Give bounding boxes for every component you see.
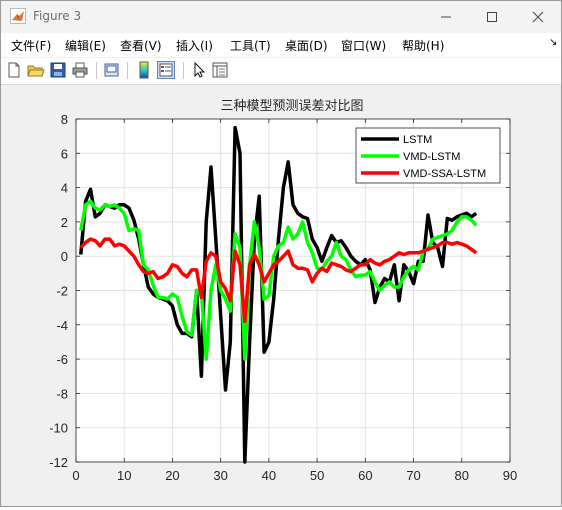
property-inspector-icon[interactable] bbox=[211, 61, 229, 79]
y-tick-label: -4 bbox=[56, 318, 68, 333]
print-preview-icon[interactable] bbox=[103, 61, 121, 79]
menu-dock-arrow-icon[interactable]: ↘ bbox=[549, 37, 557, 48]
x-tick-label: 70 bbox=[406, 468, 420, 483]
window-title: Figure 3 bbox=[33, 9, 82, 23]
toolbar-separator bbox=[96, 62, 97, 79]
x-tick-label: 60 bbox=[358, 468, 372, 483]
matlab-logo-icon bbox=[10, 8, 26, 24]
figure-canvas: 三种模型预测误差对比图 0 10 20 30 40 50 60 70 80 90 8 6 4 2 0 -2 -4… bbox=[1, 85, 561, 506]
save-icon[interactable] bbox=[49, 61, 67, 79]
x-tick-label: 80 bbox=[455, 468, 469, 483]
y-tick-label: 4 bbox=[61, 181, 68, 196]
close-button[interactable] bbox=[515, 1, 561, 33]
close-icon bbox=[532, 11, 544, 23]
maximize-icon bbox=[487, 12, 497, 22]
y-tick-label: -12 bbox=[49, 455, 68, 470]
y-tick-label: 2 bbox=[61, 215, 68, 230]
legend-label: LSTM bbox=[403, 134, 432, 146]
menu-tools[interactable]: 工具(T) bbox=[230, 37, 271, 54]
legend: LSTM VMD-LSTM VMD-SSA-LSTM bbox=[355, 127, 501, 184]
legend-label: VMD-LSTM bbox=[403, 151, 460, 163]
y-tick-label: 0 bbox=[61, 249, 68, 264]
y-tick-label: 6 bbox=[61, 146, 68, 161]
menu-help[interactable]: 帮助(H) bbox=[402, 37, 444, 54]
x-tick-label: 50 bbox=[310, 468, 324, 483]
menu-edit[interactable]: 编辑(E) bbox=[65, 37, 106, 54]
toolbar-separator bbox=[127, 62, 128, 79]
legend-label: VMD-SSA-LSTM bbox=[403, 168, 486, 180]
chart-title: 三种模型预测误差对比图 bbox=[220, 98, 363, 113]
menu-window[interactable]: 窗口(W) bbox=[341, 37, 386, 54]
x-tick-label: 20 bbox=[165, 468, 179, 483]
maximize-button[interactable] bbox=[469, 1, 515, 33]
x-tick-label: 30 bbox=[213, 468, 227, 483]
menu-view[interactable]: 查看(V) bbox=[120, 37, 162, 54]
menu-bar: 文件(F) 编辑(E) 查看(V) 插入(I) 工具(T) 桌面(D) 窗口(W… bbox=[1, 33, 561, 57]
title-bar: Figure 3 bbox=[1, 1, 561, 33]
y-tick-label: -10 bbox=[49, 421, 68, 436]
print-icon[interactable] bbox=[71, 61, 89, 79]
minimize-button[interactable] bbox=[423, 1, 469, 33]
open-file-icon[interactable] bbox=[27, 61, 45, 79]
toolbar-separator bbox=[183, 62, 184, 79]
y-tick-label: -2 bbox=[56, 284, 68, 299]
y-tick-label: -6 bbox=[56, 352, 68, 367]
pointer-icon[interactable] bbox=[190, 61, 208, 79]
toolbar bbox=[1, 58, 561, 85]
legend-icon[interactable] bbox=[157, 61, 175, 79]
x-tick-label: 90 bbox=[503, 468, 517, 483]
minimize-icon bbox=[441, 16, 451, 18]
x-tick-label: 0 bbox=[72, 468, 79, 483]
new-figure-icon[interactable] bbox=[5, 61, 23, 79]
x-tick-label: 40 bbox=[262, 468, 276, 483]
colorbar-icon[interactable] bbox=[135, 61, 153, 79]
menu-file[interactable]: 文件(F) bbox=[11, 37, 51, 54]
x-tick-label: 10 bbox=[117, 468, 131, 483]
y-tick-label: -8 bbox=[56, 386, 68, 401]
y-tick-label: 8 bbox=[61, 112, 68, 127]
error-comparison-chart[interactable]: 三种模型预测误差对比图 0 10 20 30 40 50 60 70 80 9086420-2-4… bbox=[1, 85, 561, 506]
menu-insert[interactable]: 插入(I) bbox=[176, 37, 213, 54]
menu-desktop[interactable]: 桌面(D) bbox=[285, 37, 328, 54]
figure-window: Figure 3 文件(F) 编辑(E) 查看(V) 插入(I) 工具(T) 桌… bbox=[0, 0, 562, 507]
